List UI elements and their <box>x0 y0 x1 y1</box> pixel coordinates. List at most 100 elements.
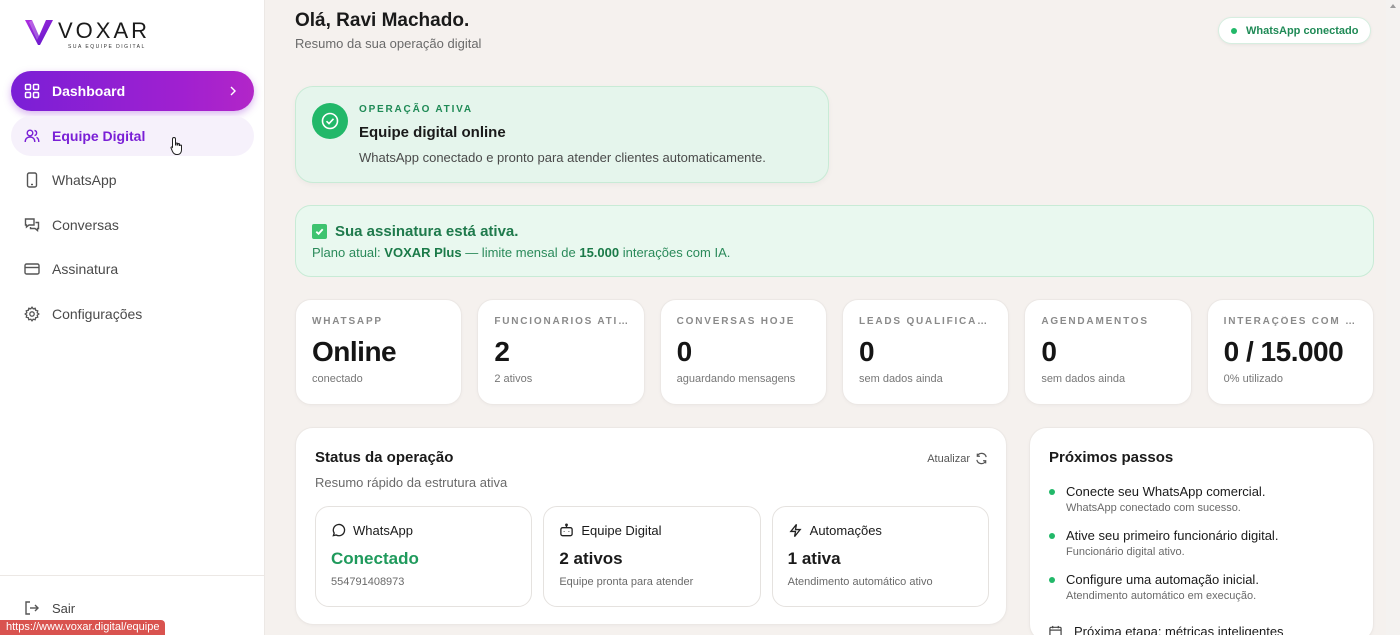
status-box-value: 1 ativa <box>787 549 841 568</box>
status-box-note: Equipe pronta para atender <box>559 576 694 588</box>
status-box-whatsapp: WhatsApp Conectado 554791408973 <box>315 506 533 607</box>
sidebar-item-equipe-digital[interactable]: Equipe Digital <box>11 115 254 156</box>
status-box-value: Conectado <box>331 549 419 568</box>
subscription-middle: — limite mensal de <box>461 245 580 260</box>
stat-value: 2 <box>494 336 510 367</box>
operation-status-panel: Status da operação Resumo rápido da estr… <box>295 427 1007 625</box>
panel-title: Status da operação <box>315 449 454 466</box>
refresh-label: Atualizar <box>927 452 970 465</box>
next-steps-panel: Próximos passos Conecte seu WhatsApp com… <box>1029 427 1374 635</box>
status-box-note: 554791408973 <box>331 576 405 588</box>
refresh-button[interactable]: Atualizar <box>927 452 988 465</box>
brand-name: VOXAR <box>58 18 151 43</box>
subscription-limit: 15.000 <box>579 245 620 260</box>
list-item: Ative seu primeiro funcionário digital. … <box>1049 528 1359 558</box>
panel-subtitle: Resumo rápido da estrutura ativa <box>315 475 508 490</box>
upcoming-step-text: Próxima etapa: métricas inteligentes <box>1074 624 1284 635</box>
list-item: Conecte seu WhatsApp comercial. WhatsApp… <box>1049 484 1359 514</box>
check-circle-icon <box>312 103 348 139</box>
gear-icon <box>24 305 40 322</box>
stat-label: INTERAÇÕES COM IA <box>1223 316 1358 327</box>
grid-icon <box>24 83 40 99</box>
next-steps-list: Conecte seu WhatsApp comercial. WhatsApp… <box>1049 484 1359 616</box>
stat-label: AGENDAMENTOS <box>1041 316 1149 327</box>
status-box-header: Automações <box>788 523 973 538</box>
sidebar-item-label: Equipe Digital <box>52 127 146 144</box>
panel-title: Próximos passos <box>1049 449 1174 466</box>
sidebar-item-label: WhatsApp <box>52 172 117 188</box>
logout-button[interactable]: Sair <box>24 600 75 616</box>
operation-tag: OPERAÇÃO ATIVA <box>359 104 473 115</box>
stat-label: WHATSAPP <box>312 316 383 327</box>
status-boxes: WhatsApp Conectado 554791408973 Equipe D… <box>315 506 989 607</box>
sidebar-item-conversas[interactable]: Conversas <box>11 205 254 245</box>
stats-row: WHATSAPP Online conectado FUNCIONÁRIOS A… <box>295 299 1374 405</box>
operation-status-banner: OPERAÇÃO ATIVA Equipe digital online Wha… <box>295 86 829 183</box>
stat-note: sem dados ainda <box>858 373 943 385</box>
sidebar-item-whatsapp[interactable]: WhatsApp <box>11 160 254 200</box>
status-box-header: Equipe Digital <box>559 523 744 538</box>
stat-card-whatsapp: WHATSAPP Online conectado <box>295 299 463 405</box>
step-note: WhatsApp conectado com sucesso. <box>1066 502 1241 514</box>
subscription-plan: VOXAR Plus <box>384 245 462 260</box>
chat-icon <box>24 217 40 233</box>
chevron-right-icon <box>230 86 236 96</box>
refresh-icon <box>976 452 987 465</box>
step-text: Conecte seu WhatsApp comercial. <box>1066 484 1266 499</box>
status-box-label: WhatsApp <box>353 523 413 538</box>
stat-value: Online <box>312 336 397 367</box>
operation-title: Equipe digital online <box>359 124 506 141</box>
brand-logo[interactable]: VOXAR SUA EQUIPE DIGITAL <box>24 18 150 50</box>
calendar-icon <box>1049 625 1062 635</box>
stat-note: 2 ativos <box>494 373 533 385</box>
whatsapp-status-badge: WhatsApp conectado <box>1218 17 1372 44</box>
scroll-up-arrow-icon[interactable] <box>1390 4 1396 8</box>
bullet-dot-icon <box>1049 489 1055 495</box>
sidebar-item-label: Dashboard <box>52 83 126 99</box>
brand-tagline: SUA EQUIPE DIGITAL <box>68 44 146 50</box>
operation-description: WhatsApp conectado e pronto para atender… <box>359 150 766 165</box>
stat-note: conectado <box>312 373 363 385</box>
page-scrollbar[interactable] <box>1386 0 1400 635</box>
phone-icon <box>24 172 40 188</box>
stat-note: aguardando mensagens <box>676 373 796 385</box>
browser-status-url: https://www.voxar.digital/equipe <box>0 620 166 635</box>
stat-label: LEADS QUALIFICADOS <box>858 316 994 327</box>
status-box-equipe: Equipe Digital 2 ativos Equipe pronta pa… <box>543 506 761 607</box>
sidebar-item-configuracoes[interactable]: Configurações <box>11 294 254 334</box>
whatsapp-status-label: WhatsApp conectado <box>1246 24 1359 37</box>
status-dot-icon <box>1231 27 1237 34</box>
subscription-title: Sua assinatura está ativa. <box>312 223 518 240</box>
status-box-label: Automações <box>809 523 882 538</box>
page-title: Olá, Ravi Machado. <box>295 10 470 31</box>
upcoming-step: Próxima etapa: métricas inteligentes <box>1049 624 1284 635</box>
sidebar-item-label: Assinatura <box>52 261 119 277</box>
checkbox-check-icon <box>312 224 327 239</box>
status-box-value: 2 ativos <box>559 549 623 568</box>
stat-value: 0 <box>676 336 693 367</box>
subscription-description: Plano atual: VOXAR Plus — limite mensal … <box>312 245 730 260</box>
subscription-prefix: Plano atual: <box>312 245 385 260</box>
subscription-suffix: interações com IA. <box>619 245 731 260</box>
bolt-icon <box>788 523 803 538</box>
sidebar-item-assinatura[interactable]: Assinatura <box>11 249 254 289</box>
stat-card-leads: LEADS QUALIFICADOS 0 sem dados ainda <box>841 299 1010 405</box>
step-text: Configure uma automação inicial. <box>1066 572 1259 587</box>
sidebar-nav: Dashboard Equipe Digital WhatsApp Conver… <box>11 71 254 338</box>
stat-note: 0% utilizado <box>1223 373 1283 385</box>
users-icon <box>24 128 40 144</box>
bullet-dot-icon <box>1049 577 1055 583</box>
sidebar-item-dashboard[interactable]: Dashboard <box>11 71 254 111</box>
step-note: Atendimento automático em execução. <box>1066 590 1257 602</box>
stat-value: 0 <box>1041 336 1057 367</box>
step-note: Funcionário digital ativo. <box>1066 546 1185 558</box>
status-box-note: Atendimento automático ativo <box>787 576 933 588</box>
step-text: Ative seu primeiro funcionário digital. <box>1066 528 1279 543</box>
status-box-label: Equipe Digital <box>581 523 662 538</box>
stat-note: sem dados ainda <box>1041 373 1126 385</box>
stat-card-funcionarios: FUNCIONÁRIOS ATIVOS 2 2 ativos <box>477 299 645 405</box>
mouse-pointer-hand-icon <box>170 136 182 155</box>
page-subtitle: Resumo da sua operação digital <box>295 36 482 51</box>
stat-card-interacoes: INTERAÇÕES COM IA 0 / 15.000 0% utilizad… <box>1206 299 1374 405</box>
list-item: Configure uma automação inicial. Atendim… <box>1049 572 1359 602</box>
